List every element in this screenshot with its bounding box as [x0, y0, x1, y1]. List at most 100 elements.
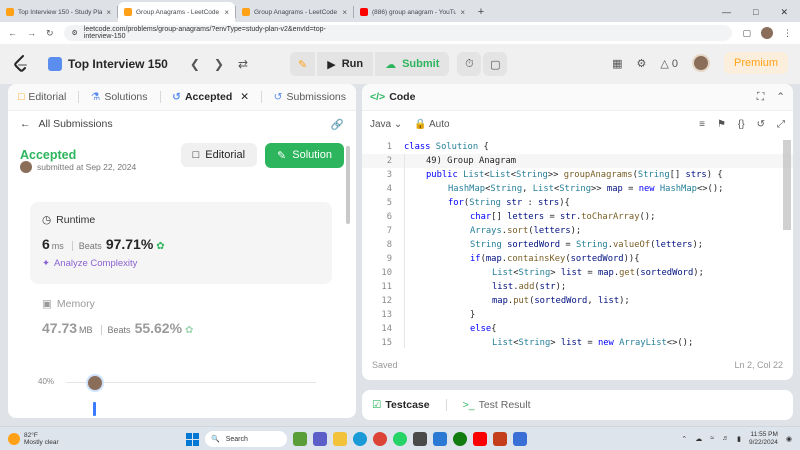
url-field[interactable]: ⚙ leetcode.com/problems/group-anagrams/?… [63, 25, 733, 41]
xbox-icon[interactable] [453, 432, 467, 446]
app-icon[interactable] [413, 432, 427, 446]
submit-button[interactable]: ☁ Submit [375, 52, 450, 76]
code-line[interactable]: 5 for(String str : strs){ [362, 196, 793, 210]
site-info-icon[interactable]: ⚙ [72, 29, 78, 37]
braces-icon[interactable]: {} [738, 119, 745, 130]
cloud-icon[interactable]: ☁ [695, 435, 702, 443]
tab-solutions[interactable]: ⚗ Solutions [91, 91, 148, 103]
code-token: [] [669, 170, 686, 180]
code-line[interactable]: 10 List < String > list = map. get(sortedWord… [362, 266, 793, 280]
tab-test-result[interactable]: >_ Test Result [463, 399, 531, 411]
bookmark-icon[interactable]: ⚑ [717, 119, 726, 130]
solution-button[interactable]: ✎ Solution [265, 142, 344, 168]
tab-accepted[interactable]: ↺ Accepted ✕ [172, 91, 249, 103]
collapse-icon[interactable]: ⌃ [776, 91, 785, 104]
layout-grid-icon[interactable]: ▦ [612, 57, 622, 70]
leetcode-logo-icon[interactable] [12, 55, 30, 73]
debug-button[interactable]: ✎ [290, 52, 316, 76]
tab-submissions[interactable]: ↺ Submissions [274, 91, 346, 103]
back-icon[interactable]: ← [8, 28, 17, 38]
memory-section[interactable]: ▣ Memory 47.73 MB Beats 55.62% ✿ [30, 294, 332, 344]
profile-avatar[interactable] [761, 27, 773, 39]
code-line[interactable]: 11 list. add(str); [362, 280, 793, 294]
forward-icon[interactable]: → [27, 28, 36, 38]
weather-widget[interactable]: 82°F Mostly clear [8, 432, 59, 446]
fullscreen-icon[interactable]: ⛶ [757, 91, 764, 104]
editorial-button[interactable]: □ Editorial [180, 143, 258, 167]
store-icon[interactable] [513, 432, 527, 446]
code-line[interactable]: 2 49) Group Anagram [362, 154, 793, 168]
code-line[interactable]: 9 if(map. containsKey(sortedWord)){ [362, 252, 793, 266]
settings-gear-icon[interactable]: ⚙ [636, 57, 646, 70]
notifications-icon[interactable]: ◉ [786, 435, 792, 443]
code-line[interactable]: 7 Arrays. sort(letters); [362, 224, 793, 238]
tab-editorial[interactable]: □ Editorial [18, 91, 66, 103]
url-text: leetcode.com/problems/group-anagrams/?en… [83, 26, 326, 40]
expand-icon[interactable]: ⤢ [777, 119, 785, 130]
study-plan-title[interactable]: Top Interview 150 [48, 57, 168, 71]
browser-tab[interactable]: Top Interview 150 - Study Pla × [0, 2, 117, 22]
browser-menu-icon[interactable]: ⋮ [783, 28, 792, 39]
run-button[interactable]: ▶ Run [317, 52, 374, 76]
shuffle-icon[interactable]: ⇄ [238, 57, 248, 71]
back-arrow-icon[interactable]: ← [20, 118, 31, 130]
code-token: get [619, 268, 636, 278]
user-position-avatar [86, 374, 104, 392]
code-line[interactable]: 8 String sortedWord = String. valueOf(lett… [362, 238, 793, 252]
code-line[interactable]: 13} [362, 308, 793, 322]
left-scrollbar[interactable] [346, 146, 350, 224]
tab-testcase[interactable]: ☑ Testcase [372, 399, 430, 411]
premium-button[interactable]: Premium [723, 52, 788, 74]
widgets-icon[interactable] [293, 432, 307, 446]
extensions-icon[interactable]: ▢ [742, 28, 751, 39]
youtube-icon[interactable] [473, 432, 487, 446]
clock[interactable]: 11:55 PM 9/22/2024 [749, 431, 778, 447]
all-submissions-link[interactable]: All Submissions [39, 118, 113, 130]
editor-scrollbar[interactable] [783, 140, 791, 230]
tray-chevron-icon[interactable]: ⌃ [681, 435, 687, 443]
taskbar-search[interactable]: 🔍 Search [205, 431, 287, 447]
code-line[interactable]: 15 List < String > list = new ArrayList <>(); [362, 336, 793, 348]
code-line[interactable]: 12 map. put(sortedWord, list); [362, 294, 793, 308]
browser-tab[interactable]: Group Anagrams - LeetCode × [236, 2, 353, 22]
battery-icon[interactable]: ▮ [737, 435, 741, 443]
vscode-icon[interactable] [433, 432, 447, 446]
powerpoint-icon[interactable] [493, 432, 507, 446]
edge-icon[interactable] [353, 432, 367, 446]
code-line[interactable]: 14 else{ [362, 322, 793, 336]
close-tab-icon[interactable]: ✕ [240, 91, 249, 103]
reload-icon[interactable]: ↻ [46, 28, 54, 39]
maximize-icon[interactable]: □ [753, 7, 758, 17]
whatsapp-icon[interactable] [393, 432, 407, 446]
code-line[interactable]: 6 char[] letters = str. toCharArray (); [362, 210, 793, 224]
chrome-icon[interactable] [373, 432, 387, 446]
next-problem-icon[interactable]: ❯ [214, 57, 224, 71]
close-tab-icon[interactable]: × [106, 8, 111, 17]
auto-mode-toggle[interactable]: 🔒 Auto [414, 119, 449, 130]
language-select[interactable]: Java ⌄ [370, 119, 402, 130]
prev-problem-icon[interactable]: ❮ [190, 57, 200, 71]
streak-fire-icon[interactable]: △ 0 [660, 57, 678, 70]
file-explorer-icon[interactable] [333, 432, 347, 446]
format-icon[interactable]: ≡ [699, 119, 705, 130]
windows-start-icon[interactable] [186, 432, 199, 446]
volume-icon[interactable]: ♬ [722, 435, 729, 442]
teams-icon[interactable] [313, 432, 327, 446]
reset-icon[interactable]: ↺ [757, 119, 765, 130]
browser-tab[interactable]: Group Anagrams - LeetCode × [118, 2, 235, 22]
code-editor[interactable]: 1 class Solution {2 49) Group Anagram 3 publ… [362, 140, 793, 348]
code-line[interactable]: 3 public List < List < String >> groupAnagrams… [362, 168, 793, 182]
user-avatar[interactable] [691, 54, 710, 72]
code-token: List [463, 170, 485, 180]
share-link-icon[interactable]: 🔗 [331, 118, 344, 131]
code-line[interactable]: 1 class Solution { [362, 140, 793, 154]
notes-icon[interactable]: ▢ [483, 52, 508, 76]
timer-icon[interactable]: ⏱ [457, 52, 482, 76]
code-line[interactable]: 4 HashMap < String, List < String >> map = new… [362, 182, 793, 196]
analyze-complexity-link[interactable]: ✦ Analyze Complexity [42, 258, 320, 269]
close-tab-icon[interactable]: × [224, 8, 229, 17]
runtime-card[interactable]: ◷ Runtime 6 ms Beats 97.71% ✿ ✦ Analyze Co… [30, 202, 332, 284]
runtime-percentile: 97.71% [105, 236, 154, 252]
wifi-icon[interactable]: ≈ [710, 435, 714, 442]
close-window-icon[interactable]: ✕ [780, 7, 788, 18]
